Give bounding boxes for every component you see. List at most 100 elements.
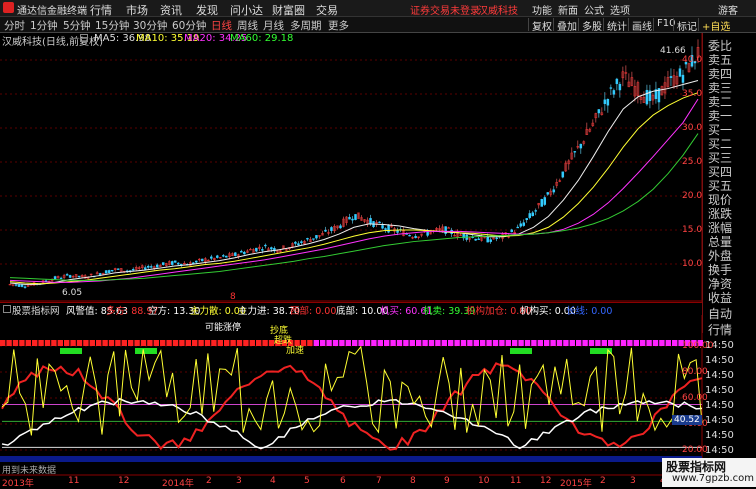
signal-bar xyxy=(236,340,243,346)
annotation-limit-up: 可能涨停 xyxy=(205,323,242,333)
signal-bar xyxy=(652,340,659,346)
ma-line-ma10 xyxy=(9,92,699,285)
candle-body xyxy=(381,225,384,229)
signal-bar xyxy=(646,340,652,346)
quote-label: 行情 xyxy=(708,323,733,337)
candle-body xyxy=(240,250,243,253)
candle-body xyxy=(618,83,622,91)
candle-body xyxy=(669,76,673,78)
candle-body xyxy=(603,99,607,104)
signal-bar xyxy=(409,340,415,346)
signal-bar xyxy=(582,340,588,346)
candle-body xyxy=(131,269,135,271)
candle-body xyxy=(408,234,411,237)
time-label: 5 xyxy=(304,476,310,486)
signal-bar xyxy=(25,340,31,346)
signal-bar xyxy=(230,340,236,346)
candle-body xyxy=(540,199,544,207)
signal-bar xyxy=(371,340,377,346)
watermark: 股票指标网 www.7gpzb.com xyxy=(662,458,756,487)
signal-bar xyxy=(563,340,569,346)
indicator-item: 西部: 0.00 xyxy=(290,306,337,317)
signal-bar xyxy=(672,340,678,346)
candle-body xyxy=(324,229,327,232)
candle-body xyxy=(53,276,57,280)
time-label: 8 xyxy=(410,476,416,486)
signal-bar xyxy=(32,340,38,346)
annotation-accelerate: 加速 xyxy=(286,346,305,356)
signal-bar xyxy=(614,340,620,346)
candle-body xyxy=(104,270,108,274)
candle-body xyxy=(297,243,300,246)
signal-bar xyxy=(608,340,614,346)
signal-bar xyxy=(153,340,159,346)
candle-body xyxy=(68,275,72,278)
candle-body xyxy=(161,262,165,265)
candle-body xyxy=(234,252,237,256)
indicator-group xyxy=(0,340,703,451)
signal-bar xyxy=(102,340,108,346)
signal-bar xyxy=(492,340,499,346)
ma-info-line: 汉威科技(日线,前复权) MA5: 36.98 MA10: 35.19 MA20… xyxy=(0,33,702,48)
time-label: 7 xyxy=(376,476,382,486)
signal-bar xyxy=(89,340,95,346)
signal-bar xyxy=(76,340,83,346)
time-label: 4 xyxy=(270,476,276,486)
candle-body xyxy=(201,258,204,262)
candle-body xyxy=(146,265,150,268)
tick-time: 14:50 xyxy=(705,355,734,366)
signal-bar xyxy=(121,340,127,346)
signal-bar xyxy=(160,340,166,346)
signal-bar xyxy=(454,340,460,346)
kline-chart[interactable] xyxy=(0,0,756,487)
signal-bar xyxy=(377,340,383,346)
indicator-collapse-icon[interactable] xyxy=(3,305,11,313)
tick-time: 14:50 xyxy=(705,430,734,441)
signal-bar xyxy=(595,340,601,346)
collapse-icon[interactable] xyxy=(80,34,88,42)
signal-bar xyxy=(640,340,646,346)
signal-bar xyxy=(416,340,422,346)
time-label: 6 xyxy=(340,476,346,486)
candle-body xyxy=(216,255,219,258)
signal-bar xyxy=(140,340,147,346)
signal-bar xyxy=(460,340,467,346)
candle-body xyxy=(579,143,583,149)
signal-bar xyxy=(192,340,198,346)
candle-body xyxy=(495,237,498,240)
ind-tick: 80.00 xyxy=(682,367,708,377)
candle-body xyxy=(315,235,318,239)
candle-body xyxy=(225,255,228,258)
candle-body xyxy=(348,217,351,220)
candle-body xyxy=(447,227,450,229)
tick-time: 14:50 xyxy=(705,415,734,426)
candle-body xyxy=(107,270,111,273)
candle-body xyxy=(222,255,225,257)
candle-body xyxy=(110,269,114,272)
candle-body xyxy=(143,267,147,270)
quote-label: 自动 xyxy=(708,307,733,321)
signal-bar xyxy=(512,340,518,346)
candle-body xyxy=(531,212,535,217)
candle-body xyxy=(195,260,198,263)
signal-bar xyxy=(204,340,211,346)
signal-bar xyxy=(390,340,396,346)
indicator-name[interactable]: 股票指标网 xyxy=(12,303,60,317)
signal-bar xyxy=(332,340,339,346)
candle-body xyxy=(543,197,547,205)
candle-body xyxy=(17,284,21,287)
signal-bar xyxy=(256,340,262,346)
signal-bar xyxy=(326,340,332,346)
candle-body xyxy=(116,268,120,270)
candle-body xyxy=(597,109,601,114)
ma-lines-group xyxy=(9,80,699,285)
tick-times: 14:50 14:50 14:50 14:50 14:50 14:50 14:5… xyxy=(705,340,755,460)
signal-bar xyxy=(499,340,505,346)
signal-bar xyxy=(524,340,531,346)
signal-bar xyxy=(531,340,537,346)
signal-bar xyxy=(211,340,217,346)
tick-time: 14:50 xyxy=(705,445,734,456)
candle-body xyxy=(612,90,616,95)
signal-bar xyxy=(243,340,249,346)
candle-body xyxy=(522,222,525,226)
